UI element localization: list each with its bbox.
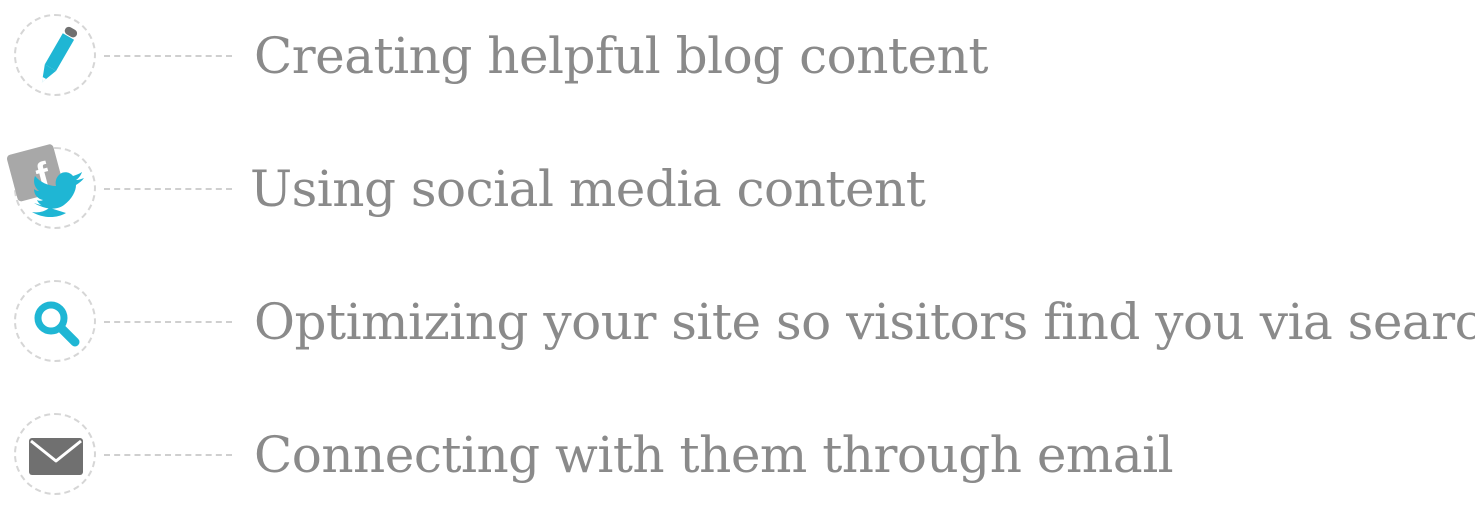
item-label: Using social media content xyxy=(250,160,926,218)
dashed-connector xyxy=(104,321,232,323)
dashed-connector xyxy=(104,188,232,190)
item-label: Connecting with them through email xyxy=(254,426,1174,484)
dashed-connector xyxy=(104,454,232,456)
list-item: Optimizing your site so visitors find yo… xyxy=(0,268,1475,378)
list-item: f Using social media content xyxy=(0,135,1475,245)
item-label: Creating helpful blog content xyxy=(254,27,988,85)
facebook-twitter-icon: f xyxy=(6,144,84,218)
feature-list: Creating helpful blog content f Using so… xyxy=(0,0,1475,495)
list-item: Connecting with them through email xyxy=(0,401,1475,511)
list-item: Creating helpful blog content xyxy=(0,2,1475,112)
search-icon xyxy=(34,301,80,347)
item-label: Optimizing your site so visitors find yo… xyxy=(254,293,1475,351)
pencil-icon xyxy=(41,26,78,83)
envelope-icon xyxy=(29,438,83,475)
dashed-connector xyxy=(104,55,232,57)
